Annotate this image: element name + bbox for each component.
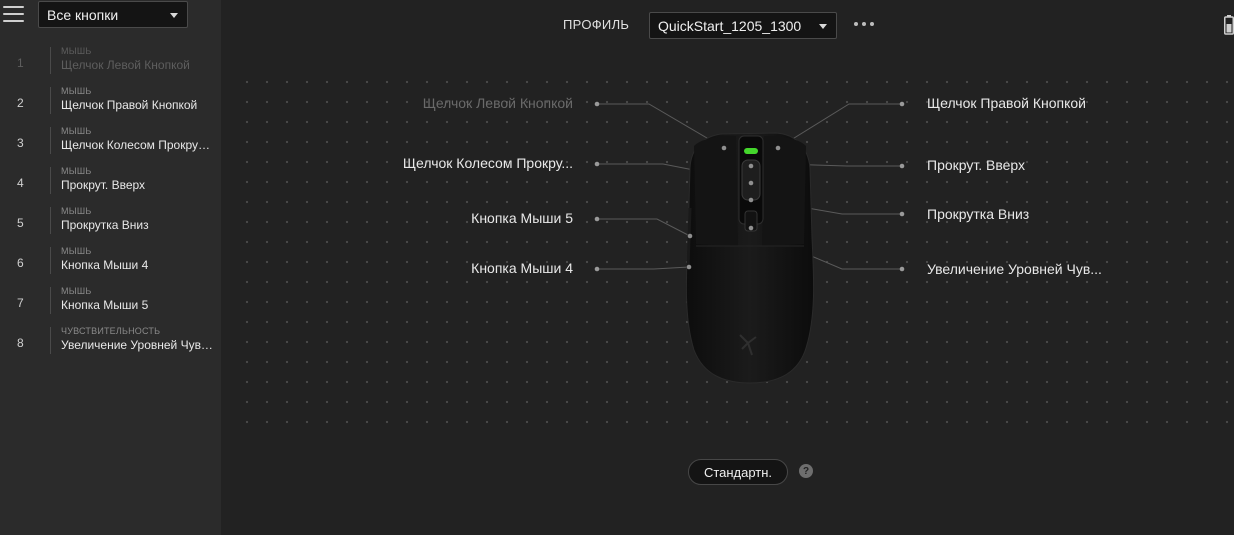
item-category: МЫШЬ (61, 286, 92, 296)
item-number: 1 (17, 56, 24, 70)
item-number: 2 (17, 96, 24, 110)
callout-mouse-button-5[interactable]: Кнопка Мыши 5 (471, 210, 573, 226)
callout-right-click[interactable]: Щелчок Правой Кнопкой (927, 95, 1086, 111)
item-category: МЫШЬ (61, 166, 92, 176)
item-label: Щелчок Правой Кнопкой (61, 98, 198, 112)
divider (50, 167, 51, 194)
chevron-down-icon (170, 13, 178, 18)
item-category: ЧУВСТВИТЕЛЬНОСТЬ (61, 326, 161, 336)
callout-wheel-click[interactable]: Щелчок Колесом Прокру... (403, 155, 573, 171)
item-category: МЫШЬ (61, 206, 92, 216)
button-list-item-4[interactable]: 4 МЫШЬ Прокрут. Вверх (0, 164, 221, 204)
item-category: МЫШЬ (61, 126, 92, 136)
callout-mouse-button-4[interactable]: Кнопка Мыши 4 (471, 260, 573, 276)
button-list-item-8[interactable]: 8 ЧУВСТВИТЕЛЬНОСТЬ Увеличение Уровней Чу… (0, 324, 221, 364)
callout-left-click[interactable]: Щелчок Левой Кнопкой (423, 95, 573, 111)
button-list-item-7[interactable]: 7 МЫШЬ Кнопка Мыши 5 (0, 284, 221, 324)
item-category: МЫШЬ (61, 86, 92, 96)
button-list-item-2[interactable]: 2 МЫШЬ Щелчок Правой Кнопкой (0, 84, 221, 124)
standard-mode-label: Стандартн. (703, 464, 773, 480)
divider (50, 207, 51, 234)
sidebar: Все кнопки 1 МЫШЬ Щелчок Левой Кнопкой 2… (0, 0, 221, 535)
item-number: 5 (17, 216, 24, 230)
callout-scroll-up[interactable]: Прокрут. Вверх (927, 157, 1025, 173)
item-category: МЫШЬ (61, 46, 92, 56)
item-number: 6 (17, 256, 24, 270)
button-list-item-5[interactable]: 5 МЫШЬ Прокрутка Вниз (0, 204, 221, 244)
divider (50, 287, 51, 314)
callout-scroll-down[interactable]: Прокрутка Вниз (927, 206, 1029, 222)
item-label: Щелчок Колесом Прокрутки (61, 138, 215, 152)
item-category: МЫШЬ (61, 246, 92, 256)
help-glyph: ? (802, 465, 810, 477)
divider (50, 247, 51, 274)
divider (50, 127, 51, 154)
help-icon[interactable]: ? (799, 464, 813, 478)
divider (50, 47, 51, 74)
item-number: 4 (17, 176, 24, 190)
item-label: Увеличение Уровней Чувствительности (61, 338, 215, 352)
item-label: Кнопка Мыши 4 (61, 258, 149, 272)
item-label: Щелчок Левой Кнопкой (61, 58, 190, 72)
button-list-item-6[interactable]: 6 МЫШЬ Кнопка Мыши 4 (0, 244, 221, 284)
button-filter-value: Все кнопки (47, 7, 119, 23)
item-label: Прокрутка Вниз (61, 218, 149, 232)
button-list: 1 МЫШЬ Щелчок Левой Кнопкой 2 МЫШЬ Щелчо… (0, 44, 221, 364)
mouse-image (686, 132, 815, 384)
button-list-item-1[interactable]: 1 МЫШЬ Щелчок Левой Кнопкой (0, 44, 221, 84)
menu-icon[interactable] (3, 6, 24, 22)
item-number: 3 (17, 136, 24, 150)
divider (50, 87, 51, 114)
item-number: 7 (17, 296, 24, 310)
item-label: Прокрут. Вверх (61, 178, 146, 192)
item-number: 8 (17, 336, 24, 350)
callout-sensitivity-up[interactable]: Увеличение Уровней Чув... (927, 261, 1102, 277)
standard-mode-button[interactable]: Стандартн. (688, 459, 788, 485)
item-label: Кнопка Мыши 5 (61, 298, 149, 312)
mouse-config-panel: ПРОФИЛЬ QuickStart_1205_1300 Щелчок Лево… (221, 0, 1234, 535)
button-list-item-3[interactable]: 3 МЫШЬ Щелчок Колесом Прокрутки (0, 124, 221, 164)
divider (50, 327, 51, 354)
button-filter-select[interactable]: Все кнопки (38, 1, 188, 28)
